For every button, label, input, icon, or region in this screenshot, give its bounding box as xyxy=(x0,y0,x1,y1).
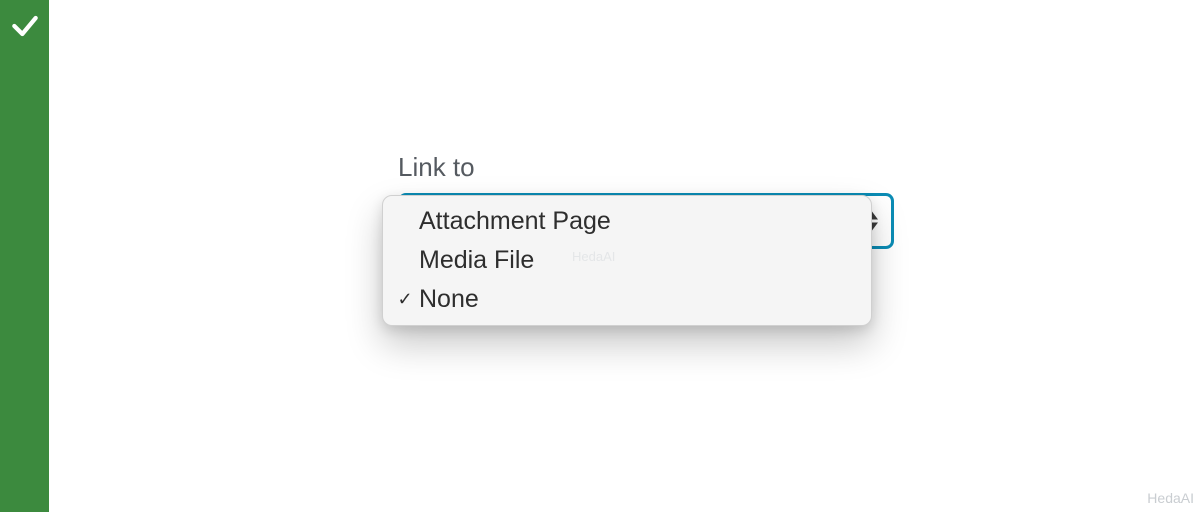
watermark-text: HedaAI xyxy=(1147,490,1194,506)
dropdown-option-attachment-page[interactable]: Attachment Page xyxy=(383,202,871,241)
left-sidebar xyxy=(0,0,49,512)
dropdown-option-label: Attachment Page xyxy=(419,204,611,239)
link-to-dropdown: Attachment Page Media File ✓ None xyxy=(382,195,872,326)
check-icon xyxy=(9,10,41,512)
check-icon: ✓ xyxy=(393,287,417,312)
dropdown-option-media-file[interactable]: Media File xyxy=(383,241,871,280)
dropdown-option-label: None xyxy=(419,282,479,317)
field-label-link-to: Link to xyxy=(398,152,894,183)
dropdown-option-none[interactable]: ✓ None xyxy=(383,280,871,319)
dropdown-option-label: Media File xyxy=(419,243,534,278)
